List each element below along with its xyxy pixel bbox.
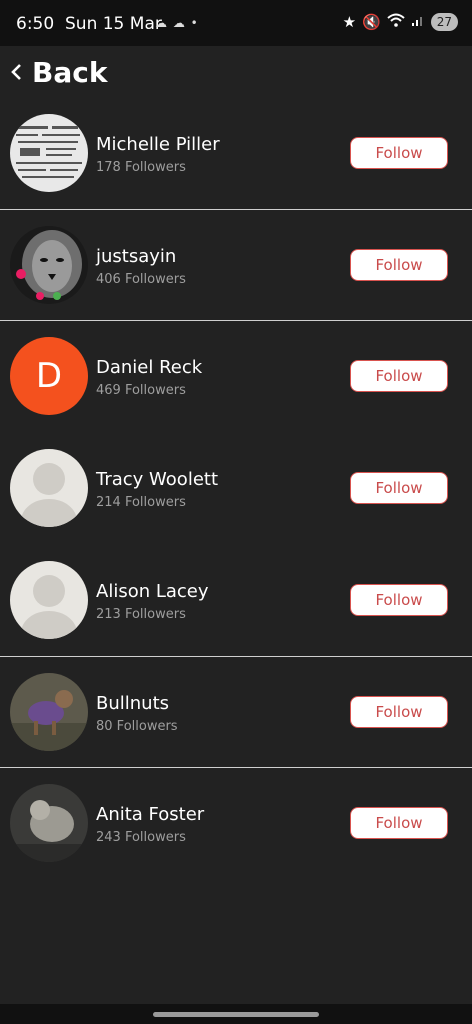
user-name: Alison Lacey — [96, 581, 209, 602]
signal-icon — [411, 13, 425, 31]
follow-button[interactable]: Follow — [350, 360, 448, 392]
list-item[interactable]: Tracy Woolett 214 Followers Follow — [0, 433, 472, 545]
follower-count: 80 Followers — [96, 718, 178, 734]
user-name: Bullnuts — [96, 692, 170, 714]
battery-icon: 27 — [430, 13, 458, 31]
user-name: Daniel Reck — [96, 357, 203, 378]
followers-list: Michelle Piller 178 Followers Follow jus… — [0, 98, 472, 880]
status-right: ★ 🔇 27 — [343, 13, 458, 31]
list-item[interactable]: Anita Foster 243 Followers Follow — [0, 768, 472, 880]
avatar-initial: D — [35, 356, 63, 396]
avatar — [10, 561, 88, 639]
star-icon: ★ — [342, 13, 357, 31]
avatar — [10, 225, 88, 304]
home-gesture-handle[interactable] — [153, 1012, 319, 1017]
follow-button[interactable]: Follow — [350, 584, 448, 616]
user-name: Anita Foster — [96, 804, 205, 825]
follower-count: 214 Followers — [96, 495, 186, 510]
follow-button[interactable]: Follow — [350, 472, 448, 504]
avatar: D — [10, 337, 88, 415]
notification-icons: ☁ ☁ • — [155, 16, 199, 30]
user-name: justsayin — [96, 245, 177, 267]
wifi-icon — [387, 13, 405, 31]
mute-icon: 🔇 — [362, 13, 381, 31]
follower-count: 213 Followers — [96, 607, 186, 622]
list-item[interactable]: Michelle Piller 178 Followers Follow — [0, 98, 472, 210]
follow-button[interactable]: Follow — [350, 248, 448, 281]
list-item[interactable]: justsayin 406 Followers Follow — [0, 210, 472, 321]
back-button[interactable]: Back — [32, 56, 107, 89]
follower-count: 469 Followers — [96, 383, 186, 398]
avatar — [10, 784, 88, 862]
avatar — [10, 672, 88, 751]
list-item[interactable]: Alison Lacey 213 Followers Follow — [0, 545, 472, 657]
follower-count: 178 Followers — [96, 160, 186, 175]
list-item[interactable]: Bullnuts 80 Followers Follow — [0, 657, 472, 768]
status-bar: 6:50 Sun 15 Mar ☁ ☁ • ★ 🔇 27 — [0, 0, 472, 46]
header: Back — [0, 46, 472, 102]
list-item[interactable]: D Daniel Reck 469 Followers Follow — [0, 321, 472, 433]
chevron-left-icon[interactable] — [10, 63, 22, 86]
follow-button[interactable]: Follow — [350, 807, 448, 839]
status-time: 6:50 Sun 15 Mar — [16, 14, 162, 34]
follow-button[interactable]: Follow — [350, 695, 448, 728]
user-name: Tracy Woolett — [96, 469, 219, 490]
follower-count: 243 Followers — [96, 830, 186, 845]
follow-button[interactable]: Follow — [350, 137, 448, 169]
follower-count: 406 Followers — [96, 271, 186, 287]
avatar — [10, 114, 88, 192]
navigation-bar — [0, 1004, 472, 1024]
user-name: Michelle Piller — [96, 134, 220, 155]
avatar — [10, 449, 88, 527]
